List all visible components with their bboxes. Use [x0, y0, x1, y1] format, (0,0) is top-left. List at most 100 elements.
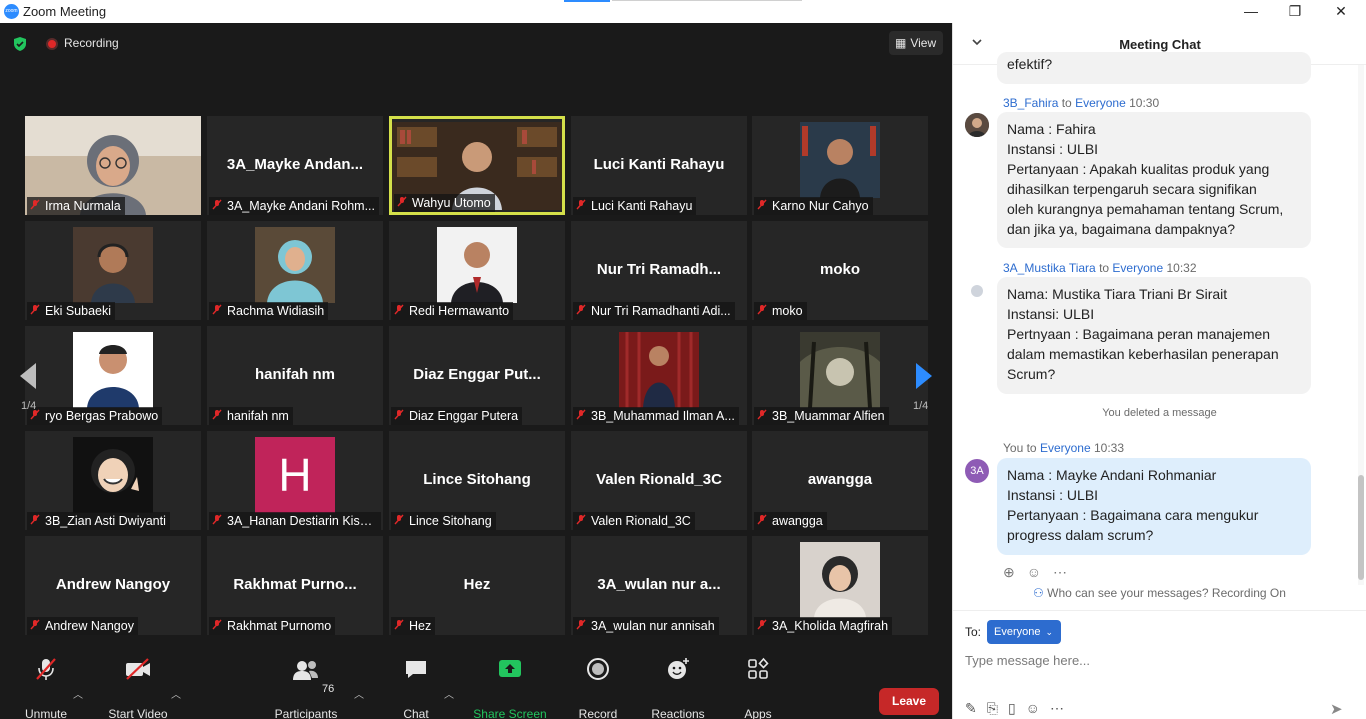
chat-options-caret-icon[interactable]: ︿	[444, 686, 454, 701]
leave-button[interactable]: Leave	[879, 688, 939, 715]
previous-page-arrow-icon[interactable]	[18, 361, 38, 391]
message-line: Pertnyaan : Bagaimana peran manajemen	[1007, 326, 1271, 342]
participant-name-label: Karno Nur Cahyo	[754, 197, 873, 215]
apps-icon	[718, 656, 798, 682]
recipient-name: Everyone	[1075, 96, 1126, 110]
participant-tile[interactable]: Valen Rionald_3C Valen Rionald_3C	[571, 431, 747, 530]
participant-tile[interactable]: Karno Nur Cahyo	[752, 116, 928, 215]
participant-tile[interactable]: 3B_Muhammad Ilman A...	[571, 326, 747, 425]
message-line: Pertanyaan : Apakah kualitas produk yang	[1007, 161, 1270, 177]
title-bar: zoom Zoom Meeting — ❐ ✕	[0, 0, 1366, 23]
sender-name[interactable]: 3B_Fahira	[1003, 96, 1058, 110]
reactions-button[interactable]: Reactions	[638, 650, 718, 719]
participant-tile[interactable]: Lince Sitohang Lince Sitohang	[389, 431, 565, 530]
start-video-button[interactable]: Start Video	[98, 650, 178, 719]
video-options-caret-icon[interactable]: ︿	[171, 686, 181, 701]
restore-button[interactable]: ❐	[1280, 2, 1310, 21]
participant-name: Andrew Nangoy	[45, 619, 134, 633]
my-message-bubble: Nama : Mayke Andani Rohmaniar Instansi :…	[997, 458, 1311, 555]
reply-icon[interactable]: ⊕	[1003, 564, 1015, 580]
more-icon[interactable]: ⋯	[1050, 700, 1064, 716]
sender-name[interactable]: 3A_Mustika Tiara	[1003, 261, 1096, 275]
avatar	[965, 113, 989, 137]
muted-mic-icon	[576, 303, 586, 320]
participant-tile[interactable]: H 3A_Hanan Destiarin Kish...	[207, 431, 383, 530]
participant-tile[interactable]: Rakhmat Purno... Rakhmat Purnomo	[207, 536, 383, 635]
recipient-dropdown[interactable]: Everyone ⌄	[987, 620, 1061, 644]
audio-options-caret-icon[interactable]: ︿	[73, 686, 83, 701]
participant-tile[interactable]: moko moko	[752, 221, 928, 320]
chat-button[interactable]: Chat	[376, 650, 456, 719]
participant-tile[interactable]: ryo Bergas Prabowo	[25, 326, 201, 425]
emoji-reaction-icon[interactable]: ☺	[1027, 564, 1041, 580]
participant-tile[interactable]: Irma Nurmala	[25, 116, 201, 215]
participant-tile[interactable]: Andrew Nangoy Andrew Nangoy	[25, 536, 201, 635]
participant-tile[interactable]: 3B_Zian Asti Dwiyanti	[25, 431, 201, 530]
next-page-arrow-icon[interactable]	[914, 361, 934, 391]
view-button[interactable]: ▦ View	[889, 31, 943, 55]
participant-tile[interactable]: Luci Kanti Rahayu Luci Kanti Rahayu	[571, 116, 747, 215]
unmute-button[interactable]: Unmute	[6, 650, 86, 719]
message-bubble: Nama : Fahira Instansi : ULBI Pertanyaan…	[997, 112, 1311, 248]
participant-tile[interactable]: Eki Subaeki	[25, 221, 201, 320]
muted-mic-icon	[394, 513, 404, 530]
muted-mic-icon	[212, 198, 222, 215]
file-icon[interactable]: ▯	[1008, 700, 1016, 716]
message-line: progress dalam scrum?	[1007, 527, 1154, 543]
participant-name: 3A_wulan nur annisah	[591, 619, 715, 633]
participant-display-name: 3A_Mayke Andan...	[226, 156, 364, 173]
emoji-icon[interactable]: ☺	[1026, 700, 1040, 716]
security-shield-icon[interactable]	[12, 36, 28, 52]
chat-scrollbar[interactable]	[1358, 65, 1364, 585]
participant-name-label: Irma Nurmala	[27, 197, 125, 215]
participant-name: Lince Sitohang	[409, 514, 492, 528]
page-indicator-left: 1/4	[21, 400, 37, 412]
record-button[interactable]: Record	[558, 650, 638, 719]
participant-name-label: 3A_wulan nur annisah	[573, 617, 719, 635]
more-options-icon[interactable]: ⋯	[1053, 564, 1067, 580]
participant-display-name: moko	[819, 261, 860, 278]
close-button[interactable]: ✕	[1326, 2, 1356, 21]
scrollbar-thumb[interactable]	[1358, 475, 1364, 580]
participant-tile[interactable]: Rachma Widiasih	[207, 221, 383, 320]
participant-tile[interactable]: Redi Hermawanto	[389, 221, 565, 320]
message-input[interactable]	[965, 649, 1345, 671]
minimize-button[interactable]: —	[1236, 2, 1266, 21]
recipient-value: Everyone	[994, 626, 1041, 638]
title-divider	[612, 0, 802, 1]
avatar	[971, 285, 983, 297]
participant-tile[interactable]: Wahyu Utomo	[389, 116, 565, 215]
chat-bubble-icon	[376, 656, 456, 682]
share-screen-button[interactable]: Share Screen	[470, 650, 550, 719]
participant-tile[interactable]: 3B_Muammar Alfien	[752, 326, 928, 425]
muted-mic-icon	[576, 408, 586, 425]
participant-tile[interactable]: Hez Hez	[389, 536, 565, 635]
participant-name: Redi Hermawanto	[409, 304, 510, 318]
participant-tile[interactable]: Diaz Enggar Put... Diaz Enggar Putera	[389, 326, 565, 425]
muted-mic-icon	[212, 513, 222, 530]
participant-display-name: Diaz Enggar Put...	[413, 366, 541, 383]
screenshot-icon[interactable]: ⎘	[987, 700, 998, 716]
to-word: to	[1099, 261, 1110, 275]
privacy-notice[interactable]: ⚇ Who can see your messages? Recording O…	[953, 586, 1366, 600]
participant-tile[interactable]: awangga awangga	[752, 431, 928, 530]
participant-tile[interactable]: 3A_Kholida Magfirah	[752, 536, 928, 635]
recording-dot-icon	[46, 38, 58, 50]
format-text-icon[interactable]: ✎	[965, 700, 977, 716]
participant-name: hanifah nm	[227, 409, 289, 423]
participant-tile[interactable]: hanifah nm hanifah nm	[207, 326, 383, 425]
participants-options-caret-icon[interactable]: ︿	[354, 686, 364, 701]
participant-tile[interactable]: 3A_Mayke Andan... 3A_Mayke Andani Rohm...	[207, 116, 383, 215]
muted-mic-icon	[30, 198, 40, 215]
apps-button[interactable]: Apps	[718, 650, 798, 719]
letter-avatar: H	[255, 437, 335, 513]
send-icon[interactable]: ➤	[1330, 700, 1343, 718]
participant-name: Valen Rionald_3C	[591, 514, 691, 528]
to-word: to	[1061, 96, 1072, 110]
participant-tile[interactable]: 3A_wulan nur a... 3A_wulan nur annisah	[571, 536, 747, 635]
participant-tile[interactable]: Nur Tri Ramadh... Nur Tri Ramadhanti Adi.…	[571, 221, 747, 320]
participant-name-label: 3B_Zian Asti Dwiyanti	[27, 512, 170, 530]
start-video-label: Start Video	[108, 707, 168, 719]
message-line: Nama : Fahira	[1007, 121, 1096, 137]
participant-display-name: Andrew Nangoy	[55, 576, 171, 593]
